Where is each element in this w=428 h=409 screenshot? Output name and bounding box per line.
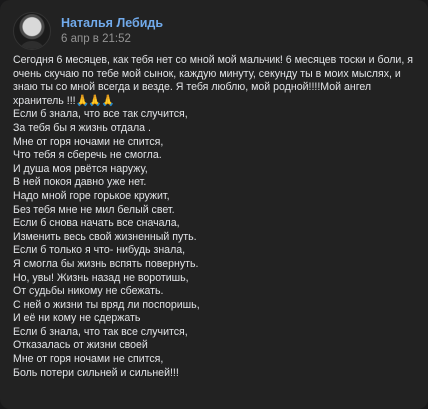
praying-hands-emoji: 🙏🙏🙏 [75,94,115,107]
post-intro-text: Сегодня 6 месяцев, как тебя нет со мной … [13,54,413,107]
post-intro: Сегодня 6 месяцев, как тебя нет со мной … [13,54,413,108]
poem-line: Мне от горя ночами не спится, [13,135,164,148]
post-header: Наталья Лебидь 6 апр в 21:52 [13,12,163,50]
poem-line: За тебя бы я жизнь отдала . [13,121,151,134]
post-card: Наталья Лебидь 6 апр в 21:52 Сегодня 6 м… [0,0,428,409]
post-meta: Наталья Лебидь 6 апр в 21:52 [61,15,163,47]
poem-line: Если б снова начать все сначала, [13,217,180,230]
poem-line: Боль потери сильней и сильней!!! [13,366,179,379]
poem-line: С ней о жизни ты вряд ли поспоришь, [13,298,200,311]
poem-line: Если б только я что- нибудь знала, [13,244,186,257]
poem-line: Изменить весь свой жизненный путь. [13,230,197,243]
author-avatar[interactable] [13,12,51,50]
poem-line: И её ни кому не сдержать [13,312,141,325]
poem-line: Надо мной горе горькое кружит, [13,189,170,202]
poem-line: Мне от горя ночами не спится, [13,353,164,366]
poem-line: От судьбы никому не сбежать. [13,285,164,298]
poem-line: Если б знала, что так все случится, [13,325,188,338]
post-date-link[interactable]: 6 апр в 21:52 [61,32,163,47]
poem-line: Если б знала, что все так случится, [13,108,188,121]
poem-line: Что тебя я сберечь не смогла. [13,149,162,162]
post-text: Сегодня 6 месяцев, как тебя нет со мной … [13,54,413,380]
poem: Если б знала, что все так случится, За те… [13,108,413,380]
poem-line: Отказалась от жизни своей [13,339,148,352]
poem-line: И душа моя рвётся наружу, [13,162,148,175]
author-name-link[interactable]: Наталья Лебидь [61,15,163,31]
poem-line: Без тебя мне не мил белый свет. [13,203,175,216]
poem-line: В ней покоя давно уже нет. [13,176,147,189]
poem-line: Я смогла бы жизнь вспять повернуть. [13,257,199,270]
poem-line: Но, увы! Жизнь назад не воротишь, [13,271,189,284]
